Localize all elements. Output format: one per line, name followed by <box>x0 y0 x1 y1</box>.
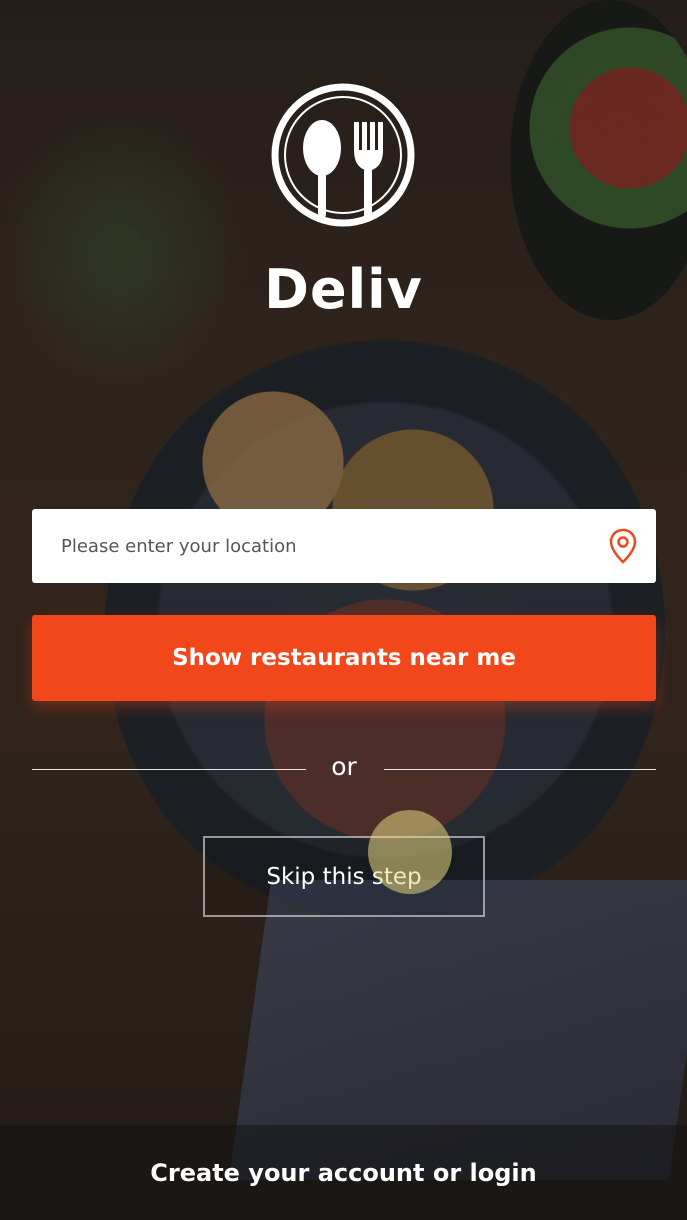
location-input[interactable] <box>59 534 608 558</box>
or-label: or <box>331 752 357 781</box>
brand-name: Deliv <box>264 258 423 321</box>
location-field[interactable] <box>32 509 656 583</box>
or-divider: or <box>32 752 656 786</box>
create-account-login-button[interactable]: Create your account or login <box>0 1125 687 1220</box>
location-pin-icon[interactable] <box>608 528 638 564</box>
landing-screen: Deliv Show restaurants near me or Skip t… <box>0 0 687 1220</box>
spoon-fork-icon <box>271 83 415 227</box>
divider-line-right <box>384 769 656 770</box>
show-restaurants-button[interactable]: Show restaurants near me <box>32 615 656 701</box>
touch-indicator <box>368 810 452 894</box>
